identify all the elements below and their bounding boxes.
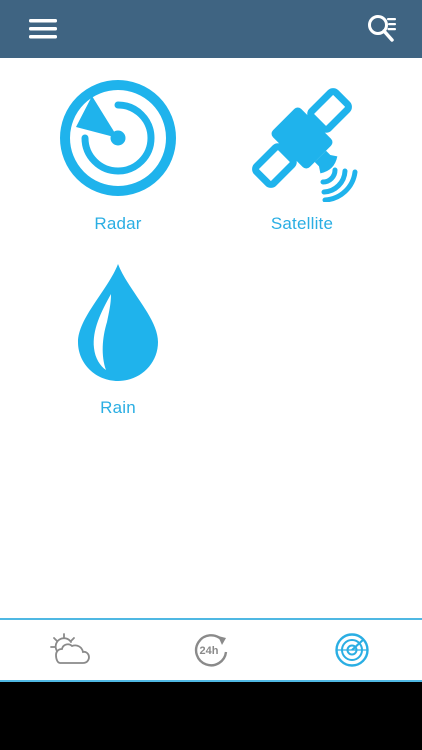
24h-forecast-icon: 24h	[194, 634, 228, 667]
search-list-icon	[368, 15, 396, 42]
radar-tile[interactable]: Radar	[28, 74, 208, 234]
tab-radar[interactable]	[282, 620, 422, 680]
satellite-tile[interactable]: Satellite	[212, 74, 392, 234]
system-bottom-area	[0, 682, 422, 750]
tab-24h-forecast[interactable]: 24h	[141, 620, 281, 680]
rain-label: Rain	[100, 398, 136, 417]
bottom-tab-bar: 24h	[0, 618, 422, 682]
raindrop-icon	[78, 264, 158, 381]
menu-button[interactable]	[22, 14, 64, 44]
top-app-bar	[0, 0, 422, 58]
partly-cloudy-icon	[50, 633, 90, 664]
radar-icon	[60, 80, 176, 196]
rain-tile[interactable]: Rain	[28, 258, 208, 418]
radar-tab-icon	[335, 633, 369, 667]
satellite-label: Satellite	[270, 214, 334, 233]
search-button[interactable]	[362, 10, 402, 48]
satellite-icon	[252, 88, 358, 202]
radar-label: Radar	[94, 214, 142, 233]
map-type-grid: Radar Satellite Rain	[0, 58, 422, 618]
hamburger-menu-icon	[29, 19, 57, 39]
24h-icon-text: 24h	[200, 645, 219, 657]
tab-forecast[interactable]	[0, 620, 140, 680]
